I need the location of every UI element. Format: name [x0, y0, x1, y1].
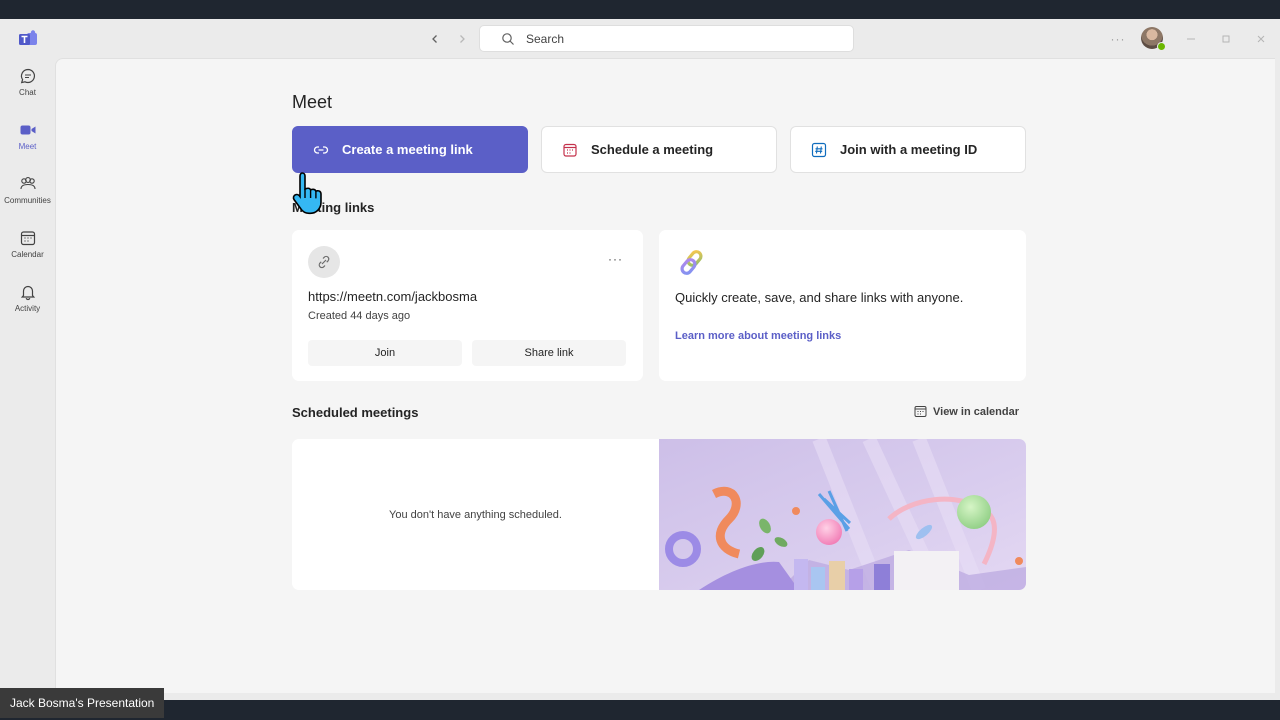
search-icon: [502, 32, 514, 45]
view-in-calendar-button[interactable]: View in calendar: [914, 405, 1019, 418]
share-link-button[interactable]: Share link: [472, 340, 626, 366]
forward-button[interactable]: [453, 30, 471, 48]
promo-description: Quickly create, save, and share links wi…: [675, 290, 964, 305]
search-input[interactable]: [526, 31, 826, 46]
meet-page: Meet Create a meeting link Schedule a me…: [55, 58, 1275, 693]
learn-more-link[interactable]: Learn more about meeting links: [675, 330, 841, 342]
avatar[interactable]: [1141, 27, 1166, 51]
rail-item-activity[interactable]: Activity: [0, 283, 55, 333]
more-options-icon[interactable]: ···: [1109, 31, 1127, 47]
scheduled-meetings-heading: Scheduled meetings: [292, 405, 419, 420]
rail-item-communities[interactable]: Communities: [0, 175, 55, 225]
meeting-link-url: https://meetn.com/jackbosma: [308, 289, 478, 304]
more-options-icon[interactable]: ···: [608, 252, 623, 266]
video-camera-icon: [20, 125, 35, 135]
join-button[interactable]: Join: [308, 340, 462, 366]
communities-icon: [19, 177, 36, 190]
search-box[interactable]: [479, 25, 854, 52]
celebration-illustration: [659, 439, 1026, 590]
calendar-icon: [20, 231, 35, 246]
link-avatar: [308, 246, 340, 278]
hashtag-icon: [811, 142, 827, 157]
empty-schedule-message: You don't have anything scheduled.: [389, 508, 562, 521]
presence-available-icon: [1157, 42, 1166, 51]
create-meeting-link-button[interactable]: Create a meeting link: [292, 126, 528, 173]
back-button[interactable]: [426, 30, 444, 48]
page-title: Meet: [292, 92, 333, 112]
link-icon: [318, 255, 330, 269]
schedule-meeting-button[interactable]: Schedule a meeting: [541, 126, 777, 173]
meeting-link-created: Created 44 days ago: [308, 310, 411, 322]
presentation-caption: Jack Bosma's Presentation: [0, 688, 164, 718]
rail-item-label: Meet: [18, 142, 37, 151]
calendar-icon: [914, 406, 927, 417]
hand-pointer-icon: [292, 172, 322, 215]
restore-icon: [1222, 35, 1230, 43]
join-with-meeting-id-button[interactable]: Join with a meeting ID: [790, 126, 1026, 173]
chevron-left-icon: [432, 35, 437, 43]
scheduled-meetings-card: You don't have anything scheduled.: [292, 439, 1026, 590]
title-bar: ···: [0, 19, 1280, 59]
minimize-icon: [1187, 38, 1195, 40]
rail-item-chat[interactable]: Chat: [0, 67, 55, 117]
bell-icon: [20, 285, 35, 301]
chain-link-icon: [680, 250, 703, 275]
maximize-button[interactable]: [1216, 29, 1236, 49]
meeting-link-card: ··· https://meetn.com/jackbosma Created …: [292, 230, 643, 381]
rail-item-label: Communities: [4, 196, 51, 205]
close-button[interactable]: [1251, 29, 1271, 49]
button-label: Create a meeting link: [342, 142, 473, 157]
button-label: Schedule a meeting: [591, 142, 714, 157]
view-in-calendar-label: View in calendar: [933, 405, 1020, 418]
chevron-right-icon: [460, 35, 465, 43]
rail-item-label: Chat: [19, 88, 36, 97]
calendar-icon: [563, 143, 577, 157]
close-icon: [1257, 35, 1265, 43]
rail-item-meet[interactable]: Meet: [0, 121, 55, 171]
link-icon: [313, 145, 329, 154]
chat-icon: [20, 68, 35, 84]
rail-item-label: Activity: [14, 304, 41, 313]
meeting-links-promo-card: Quickly create, save, and share links wi…: [659, 230, 1026, 381]
rail-item-calendar[interactable]: Calendar: [0, 229, 55, 279]
minimize-button[interactable]: [1181, 29, 1201, 49]
button-label: Join with a meeting ID: [840, 142, 978, 157]
rail-item-label: Calendar: [11, 250, 44, 259]
teams-window: ··· Chat Meet Communities Calendar: [0, 19, 1280, 700]
teams-logo-icon: [19, 30, 37, 45]
